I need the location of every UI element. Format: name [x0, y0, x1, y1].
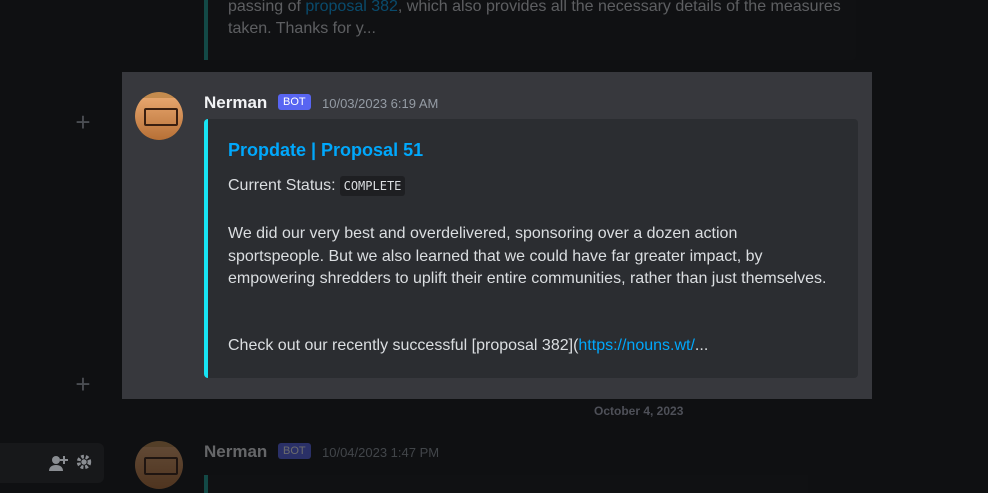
next-embed	[204, 475, 808, 493]
nouns-link[interactable]: https://nouns.wt/	[578, 337, 695, 354]
user-panel	[0, 443, 104, 483]
avatar[interactable]	[135, 441, 183, 489]
date-divider: October 4, 2023	[594, 404, 684, 418]
plus-icon[interactable]: +	[73, 371, 93, 397]
propdate-embed: Propdate | Proposal 51 Current Status: CO…	[204, 119, 858, 378]
timestamp[interactable]: 10/03/2023 6:19 AM	[322, 96, 438, 111]
embed-body: We did our very best and overdelivered, …	[228, 225, 827, 287]
channel-panel: + +	[0, 0, 112, 493]
bot-badge: BOT	[278, 94, 311, 110]
proposal-link[interactable]: proposal 382	[305, 0, 398, 15]
avatar[interactable]	[135, 92, 183, 140]
bot-badge: BOT	[278, 443, 311, 459]
author-name[interactable]: Nerman	[204, 442, 267, 462]
embed-cta: Check out our recently successful [propo…	[228, 337, 709, 354]
author-name[interactable]: Nerman	[204, 93, 267, 113]
timestamp[interactable]: 10/04/2023 1:47 PM	[322, 445, 439, 460]
plus-icon[interactable]: +	[73, 109, 93, 135]
previous-embed-text: passing of proposal 382, which also prov…	[228, 0, 841, 37]
add-friend-icon[interactable]	[48, 453, 68, 473]
chat-area: passing of proposal 382, which also prov…	[112, 0, 988, 493]
embed-status: Current Status: COMPLETE	[228, 176, 406, 196]
status-code: COMPLETE	[339, 176, 406, 196]
embed-title[interactable]: Propdate | Proposal 51	[228, 140, 423, 161]
gear-icon[interactable]	[74, 453, 94, 473]
previous-embed: passing of proposal 382, which also prov…	[204, 0, 856, 60]
